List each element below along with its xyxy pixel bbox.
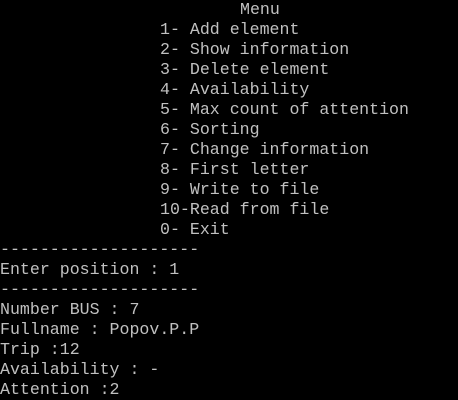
menu-item-first-letter: 8- First letter [160,160,310,179]
position-prompt[interactable]: Enter position : 1 [0,260,458,280]
record-fullname: Fullname : Popov.P.P [0,320,200,339]
record-bus-number: Number BUS : 7 [0,300,140,319]
separator-line: -------------------- [0,240,200,259]
menu-item-delete-element: 3- Delete element [160,60,330,79]
menu-item-write-to-file: 9- Write to file [160,180,320,199]
console-window[interactable]: Menu 1- Add element 2- Show information … [0,0,458,400]
menu-item-exit: 0- Exit [160,220,230,239]
menu-item-max-count-attention: 5- Max count of attention [160,100,409,119]
menu-item-read-from-file: 10-Read from file [160,200,330,219]
menu-title: Menu [240,0,280,19]
record-attention: Attention :2 [0,380,120,399]
menu-item-change-information: 7- Change information [160,140,370,159]
menu-item-show-information: 2- Show information [160,40,350,59]
menu-item-availability: 4- Availability [160,80,310,99]
menu-item-add-element: 1- Add element [160,20,300,39]
record-availability: Availability : - [0,360,160,379]
menu-item-sorting: 6- Sorting [160,120,260,139]
separator-line: -------------------- [0,280,200,299]
record-trip: Trip :12 [0,340,80,359]
